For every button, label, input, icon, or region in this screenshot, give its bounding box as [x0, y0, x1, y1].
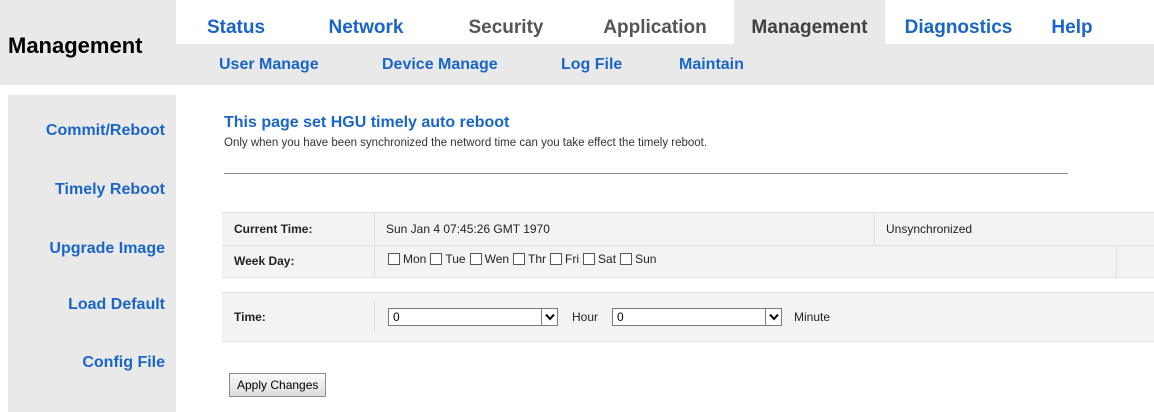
time-label: Time: [234, 310, 266, 324]
sun-checkbox[interactable] [620, 253, 633, 265]
day-sun[interactable]: Sun [620, 252, 656, 266]
tab-management[interactable]: Management [734, 0, 885, 44]
tue-checkbox[interactable] [430, 253, 443, 265]
day-sat[interactable]: Sat [583, 252, 616, 266]
tab-security[interactable]: Security [436, 0, 576, 44]
column-divider [374, 245, 375, 277]
tab-application[interactable]: Application [576, 0, 734, 44]
sidebar-item-upgrade-image[interactable]: Upgrade Image [49, 240, 165, 258]
subnav-maintain[interactable]: Maintain [679, 56, 744, 74]
tab-help[interactable]: Help [1032, 0, 1112, 44]
tab-status[interactable]: Status [176, 0, 296, 44]
page-title: This page set HGU timely auto reboot [224, 114, 510, 131]
sub-nav: User Manage Device Manage Log File Maint… [176, 44, 1154, 85]
sidebar-item-commit-reboot[interactable]: Commit/Reboot [46, 122, 165, 140]
sidebar-item-load-default[interactable]: Load Default [68, 296, 165, 314]
week-day-label: Week Day: [234, 254, 295, 268]
sat-checkbox[interactable] [583, 253, 596, 265]
sidebar: Commit/Reboot Timely Reboot Upgrade Imag… [8, 95, 176, 412]
column-divider [1116, 245, 1117, 277]
minute-select-value: 0 [617, 310, 624, 324]
sidebar-item-config-file[interactable]: Config File [82, 354, 165, 372]
chevron-down-icon[interactable] [541, 309, 557, 325]
chevron-down-icon[interactable] [765, 309, 781, 325]
current-time-label: Current Time: [234, 222, 313, 236]
header-title: Management [0, 0, 176, 85]
subnav-device-manage[interactable]: Device Manage [382, 56, 498, 74]
minute-label: Minute [794, 310, 831, 324]
hour-select[interactable]: 0 [388, 308, 558, 326]
day-label: Mon [403, 252, 427, 266]
day-wen[interactable]: Wen [469, 252, 510, 266]
column-divider [374, 213, 375, 245]
time-row: Time: 0 Hour 0 Minute [222, 301, 1154, 333]
column-divider [874, 213, 875, 245]
sidebar-item-timely-reboot[interactable]: Timely Reboot [55, 181, 165, 199]
top-nav: Status Network Security Application Mana… [176, 0, 1154, 44]
day-label: Fri [565, 252, 580, 266]
current-time-value: Sun Jan 4 07:45:26 GMT 1970 [386, 222, 550, 236]
day-thr[interactable]: Thr [513, 252, 546, 266]
subnav-log-file[interactable]: Log File [561, 56, 622, 74]
day-fri[interactable]: Fri [550, 252, 579, 266]
day-tue[interactable]: Tue [430, 252, 466, 266]
subnav-user-manage[interactable]: User Manage [219, 56, 319, 74]
page-description: Only when you have been synchronized the… [224, 137, 708, 149]
tab-network[interactable]: Network [296, 0, 436, 44]
day-label: Sun [635, 252, 657, 266]
hour-label: Hour [572, 310, 599, 324]
time-select-panel: Time: 0 Hour 0 Minute [222, 292, 1154, 342]
day-label: Sat [598, 252, 617, 266]
day-label: Thr [528, 252, 547, 266]
fri-checkbox[interactable] [550, 253, 563, 265]
hour-select-value: 0 [393, 310, 400, 324]
day-label: Wen [484, 252, 510, 266]
divider [224, 173, 1068, 174]
mon-checkbox[interactable] [388, 253, 400, 265]
sync-status: Unsynchronized [886, 222, 973, 236]
current-time-row: Current Time: Sun Jan 4 07:45:26 GMT 197… [222, 213, 1154, 245]
apply-changes-button[interactable]: Apply Changes [229, 373, 327, 397]
minute-select[interactable]: 0 [612, 308, 782, 326]
thr-checkbox[interactable] [513, 253, 526, 265]
day-mon[interactable]: Mon [388, 252, 426, 266]
time-info-panel: Current Time: Sun Jan 4 07:45:26 GMT 197… [222, 212, 1154, 278]
day-label: Tue [445, 252, 466, 266]
week-day-checkboxes: Mon Tue Wen Thr Fri Sat Sun [388, 252, 660, 266]
column-divider [374, 301, 375, 333]
week-day-row: Week Day: Mon Tue Wen Thr Fri Sat Sun [222, 245, 1154, 277]
tab-diagnostics[interactable]: Diagnostics [885, 0, 1032, 44]
wen-checkbox[interactable] [469, 253, 482, 265]
